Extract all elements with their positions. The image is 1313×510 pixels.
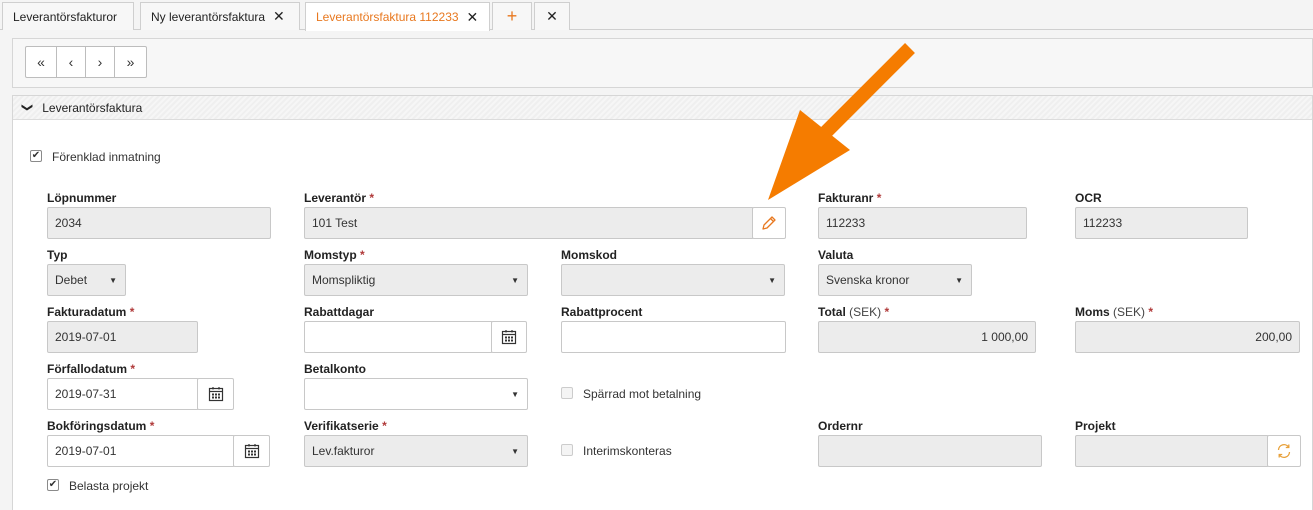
tab-label: Leverantörsfaktura 112233 [316,10,459,24]
momstyp-select[interactable]: Momspliktig ▼ [304,264,528,296]
betalkonto-label: Betalkonto [304,362,367,376]
check-icon: ✔ [31,150,41,161]
bokforingsdatum-field[interactable]: 2019-07-01 [47,435,235,467]
supplier-invoice-section: ❯ Leverantörsfaktura ✔ Förenklad inmatni… [12,95,1313,510]
close-all-tabs-button[interactable]: ✕ [534,2,570,30]
close-icon[interactable]: ✕ [273,8,285,25]
simplified-entry-label: Förenklad inmatning [52,150,161,164]
simplified-entry-checkbox[interactable]: ✔ [30,150,42,162]
bokforingsdatum-label: Bokföringsdatum * [47,419,155,433]
momstyp-label: Momstyp * [304,248,365,262]
projekt-label: Projekt [1075,419,1116,433]
momskod-label: Momskod [561,248,618,262]
forfallodatum-calendar-button[interactable] [197,378,234,410]
rabattprocent-field[interactable] [561,321,786,353]
interimskonteras-label: Interimskonteras [583,444,672,458]
calendar-icon [501,330,517,345]
verifikatserie-select[interactable]: Lev.fakturor ▼ [304,435,528,467]
tab-label: Leverantörsfakturor [13,9,118,24]
leverantor-field[interactable]: 101 Test [304,207,754,239]
chevron-down-icon: ▼ [955,276,963,285]
first-record-button[interactable]: « [26,47,57,77]
plus-icon: + [506,6,518,26]
valuta-label: Valuta [818,248,854,262]
chevron-down-icon: ▼ [511,390,519,399]
calendar-icon [208,387,223,402]
belasta-projekt-label: Belasta projekt [69,479,149,493]
check-icon: ✔ [48,479,58,490]
chevron-down-icon: ❯ [21,102,34,113]
total-field[interactable]: 1 000,00 [818,321,1036,353]
new-tab-button[interactable]: + [492,2,532,30]
tab-leverantorsfaktura-112233[interactable]: Leverantörsfaktura 112233 ✕ [305,2,490,31]
moms-field[interactable]: 200,00 [1075,321,1300,353]
ordernr-field[interactable] [818,435,1042,467]
typ-label: Typ [47,248,68,262]
section-title: Leverantörsfaktura [42,100,143,115]
fakturanr-label: Fakturanr * [818,191,882,205]
fakturadatum-label: Fakturadatum * [47,305,135,319]
record-navigation-buttons: « ‹ › » [25,46,147,78]
projekt-refresh-button[interactable] [1267,435,1301,467]
record-navigation-panel: « ‹ › » [12,38,1313,88]
rabattdagar-calendar-button[interactable] [491,321,527,353]
chevron-down-icon: ▼ [511,447,519,456]
section-header[interactable]: ❯ Leverantörsfaktura [13,96,1312,120]
forfallodatum-label: Förfallodatum * [47,362,136,376]
verifikatserie-label: Verifikatserie * [304,419,387,433]
chevron-down-icon: ▼ [511,276,519,285]
chevron-down-icon: ▼ [768,276,776,285]
rabattdagar-label: Rabattdagar [304,305,375,319]
belasta-projekt-checkbox[interactable]: ✔ [47,479,59,491]
bokforingsdatum-calendar-button[interactable] [233,435,270,467]
last-record-button[interactable]: » [115,47,146,77]
sparrad-label: Spärrad mot betalning [583,387,702,401]
ocr-field[interactable]: 112233 [1075,207,1248,239]
projekt-field[interactable] [1075,435,1269,467]
ocr-label: OCR [1075,191,1102,205]
edit-supplier-button[interactable] [752,207,786,239]
refresh-icon [1277,444,1291,458]
tab-leverantorsfakturor[interactable]: Leverantörsfakturor [2,2,134,30]
tab-bar: Leverantörsfakturor Ny leverantörsfaktur… [0,0,1313,31]
total-label: Total (SEK) * [818,305,890,319]
forfallodatum-field[interactable]: 2019-07-31 [47,378,199,410]
pencil-icon [762,216,776,230]
lopnummer-field[interactable]: 2034 [47,207,271,239]
calendar-icon [244,444,259,459]
lopnummer-label: Löpnummer [47,191,117,205]
chevron-left-icon: ‹ [68,54,74,70]
chevron-down-icon: ▼ [109,276,117,285]
fakturanr-field[interactable]: 112233 [818,207,1027,239]
ordernr-label: Ordernr [818,419,863,433]
typ-select[interactable]: Debet ▼ [47,264,126,296]
sparrad-checkbox[interactable] [561,387,573,399]
double-chevron-right-icon: » [126,54,135,70]
previous-record-button[interactable]: ‹ [57,47,86,77]
interimskonteras-checkbox[interactable] [561,444,573,456]
fakturadatum-field[interactable]: 2019-07-01 [47,321,198,353]
close-icon: ✕ [546,8,558,24]
rabattdagar-field[interactable] [304,321,493,353]
close-icon[interactable]: ✕ [467,9,479,26]
next-record-button[interactable]: › [86,47,115,77]
momskod-select[interactable]: ▼ [561,264,785,296]
double-chevron-left-icon: « [37,54,45,70]
rabattprocent-label: Rabattprocent [561,305,643,319]
betalkonto-select[interactable]: ▼ [304,378,528,410]
leverantor-label: Leverantör * [304,191,375,205]
valuta-select[interactable]: Svenska kronor ▼ [818,264,972,296]
moms-label: Moms (SEK) * [1075,305,1154,319]
tab-label: Ny leverantörsfaktura [151,9,266,24]
chevron-right-icon: › [97,54,103,70]
tab-ny-leverantorsfaktura[interactable]: Ny leverantörsfaktura ✕ [140,2,300,30]
